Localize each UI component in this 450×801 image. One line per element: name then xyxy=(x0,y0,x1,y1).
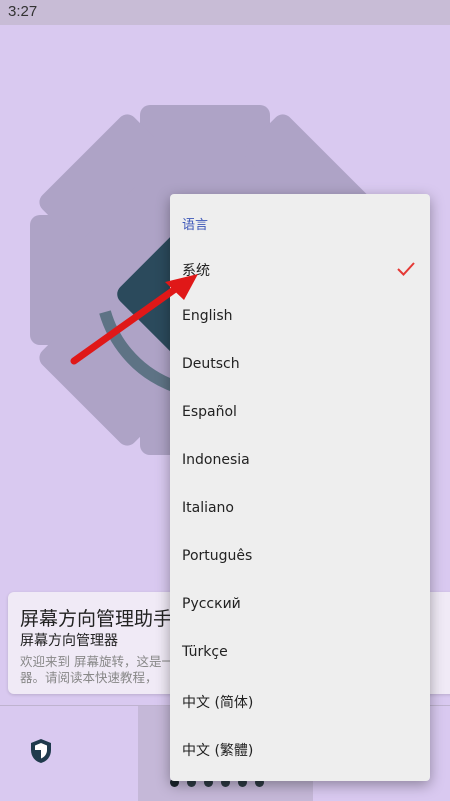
card-title: 屏幕方向管理助手 xyxy=(20,608,173,630)
language-option-label: English xyxy=(182,308,233,324)
language-option-indonesia[interactable]: Indonesia xyxy=(170,437,430,485)
language-option-system[interactable]: 系统 xyxy=(170,245,430,293)
language-menu: 语言 系统 English Deutsch Español Indonesia … xyxy=(170,194,430,781)
language-option-label: Deutsch xyxy=(182,356,240,372)
status-time: 3:27 xyxy=(8,3,38,20)
shield-icon[interactable] xyxy=(30,738,52,764)
card-description: 欢迎来到 屏幕旋转，这是一个 器。请阅读本快速教程， xyxy=(20,654,187,685)
language-option-italiano[interactable]: Italiano xyxy=(170,485,430,533)
menu-header: 语言 xyxy=(182,218,209,233)
language-option-label: 中文 (简体) xyxy=(182,695,254,711)
language-option-espanol[interactable]: Español xyxy=(170,389,430,437)
language-option-deutsch[interactable]: Deutsch xyxy=(170,341,430,389)
language-option-turkce[interactable]: Türkçe xyxy=(170,629,430,677)
language-option-chinese-simplified[interactable]: 中文 (简体) xyxy=(170,677,430,725)
status-bar: 3:27 xyxy=(0,0,450,25)
language-option-label: 系统 xyxy=(182,263,210,279)
language-option-label: Русский xyxy=(182,596,241,612)
language-option-label: Indonesia xyxy=(182,452,250,468)
language-option-portugues[interactable]: Português xyxy=(170,533,430,581)
language-option-russian[interactable]: Русский xyxy=(170,581,430,629)
language-option-label: 中文 (繁體) xyxy=(182,743,254,759)
language-option-english[interactable]: English xyxy=(170,293,430,341)
language-option-label: Italiano xyxy=(182,500,234,516)
language-option-chinese-traditional[interactable]: 中文 (繁體) xyxy=(170,725,430,773)
language-option-label: Türkçe xyxy=(182,644,228,660)
card-subtitle: 屏幕方向管理器 xyxy=(20,633,118,649)
language-option-label: Português xyxy=(182,548,253,564)
language-option-label: Español xyxy=(182,404,237,420)
check-icon xyxy=(397,262,415,276)
